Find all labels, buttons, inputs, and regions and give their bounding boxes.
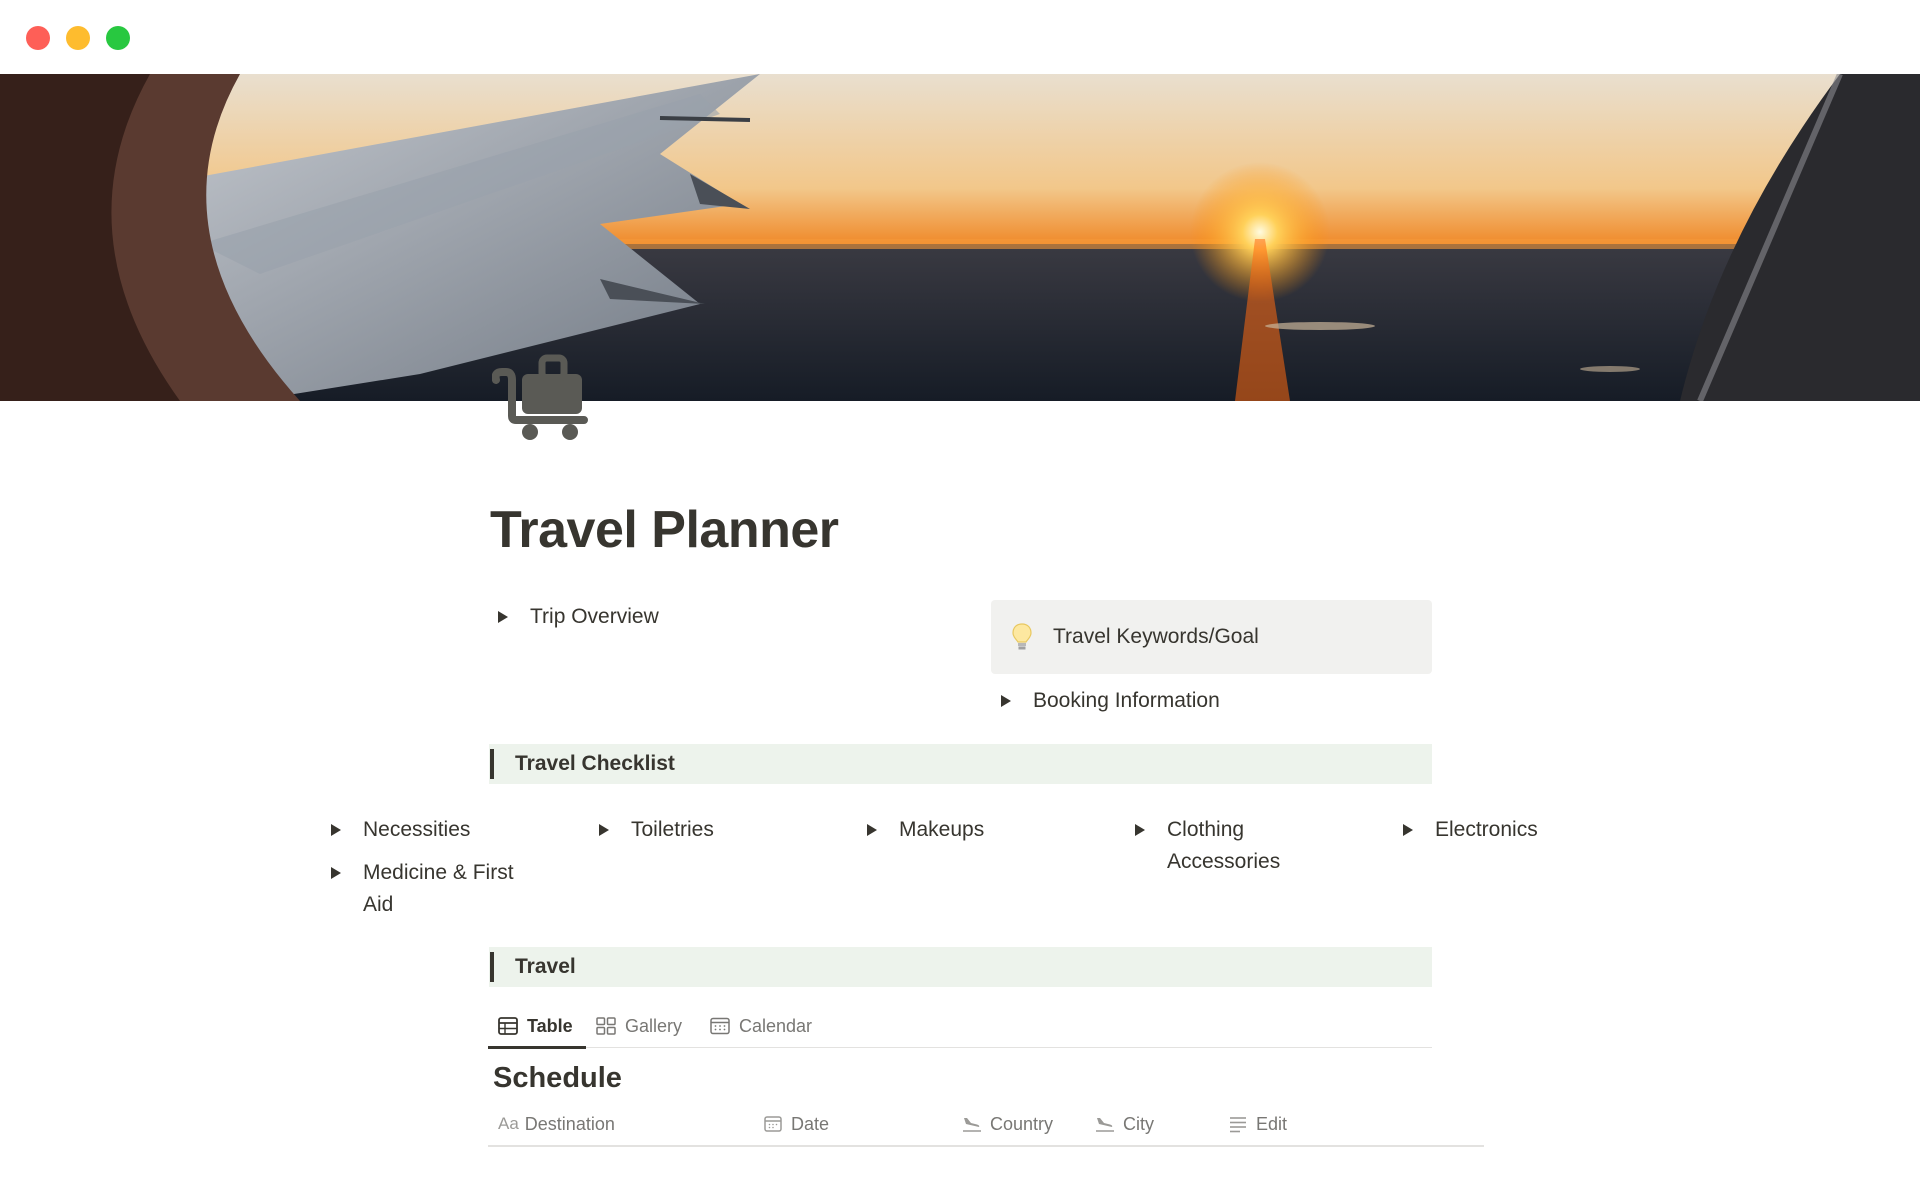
- column-header-edit[interactable]: Edit: [1228, 1110, 1287, 1138]
- plane-landing-icon: [963, 1118, 981, 1132]
- toggle-toiletries[interactable]: Toiletries: [599, 814, 714, 846]
- active-tab-indicator: [488, 1046, 586, 1049]
- travel-heading[interactable]: Travel: [489, 947, 1432, 987]
- callout-travel-keywords[interactable]: Travel Keywords/Goal: [991, 600, 1432, 674]
- callout-text: Travel Keywords/Goal: [1053, 625, 1259, 648]
- window-titlebar: [0, 0, 1920, 74]
- minimize-window-button[interactable]: [66, 26, 90, 50]
- table-header-divider: [488, 1145, 1484, 1147]
- column-label: Country: [990, 1113, 1054, 1134]
- maximize-window-button[interactable]: [106, 26, 130, 50]
- table-icon: [498, 1017, 518, 1035]
- toggle-booking-information[interactable]: Booking Information: [1001, 685, 1220, 717]
- column-header-country[interactable]: Country: [962, 1110, 1053, 1138]
- tab-label: Gallery: [625, 1015, 683, 1036]
- toggle-trip-overview[interactable]: Trip Overview: [498, 601, 659, 633]
- plane-landing-icon: [1096, 1118, 1114, 1132]
- column-header-date[interactable]: Date: [763, 1110, 829, 1138]
- luggage-cart-icon[interactable]: [491, 350, 588, 442]
- heading-text: Travel Checklist: [515, 752, 675, 775]
- toggle-label: Necessities: [363, 818, 471, 841]
- text-lines-icon: [1230, 1117, 1246, 1133]
- column-label: Destination: [524, 1113, 615, 1134]
- toggle-triangle-icon[interactable]: [1403, 824, 1413, 836]
- toggle-triangle-icon[interactable]: [331, 867, 341, 879]
- toggle-label: Trip Overview: [530, 605, 659, 628]
- toggle-triangle-icon[interactable]: [498, 611, 508, 623]
- toggle-label: Booking Information: [1033, 689, 1220, 712]
- travel-checklist-heading[interactable]: Travel Checklist: [489, 744, 1432, 784]
- database-view-tabs: Table Gallery Calendar: [488, 1004, 1432, 1049]
- calendar-icon: [764, 1116, 782, 1132]
- column-label: Date: [791, 1113, 830, 1134]
- tab-table[interactable]: Table: [498, 1004, 573, 1048]
- toggle-triangle-icon[interactable]: [1135, 824, 1145, 836]
- calendar-icon: [710, 1017, 730, 1035]
- tab-label: Table: [527, 1015, 573, 1036]
- airplane-wing-sunset-cover: [0, 74, 1920, 401]
- database-title[interactable]: Schedule: [493, 1062, 622, 1095]
- toggle-makeups[interactable]: Makeups: [867, 814, 984, 846]
- gallery-icon: [596, 1017, 616, 1035]
- quote-rule: [490, 952, 494, 982]
- lightbulb-icon: [1012, 623, 1032, 650]
- text-property-icon: Aa: [498, 1114, 519, 1133]
- toggle-label: Clothing Accessories: [1167, 818, 1281, 873]
- close-window-button[interactable]: [26, 26, 50, 50]
- toggle-electronics[interactable]: Electronics: [1403, 814, 1538, 846]
- tab-calendar[interactable]: Calendar: [710, 1004, 812, 1048]
- column-label: Edit: [1256, 1113, 1288, 1134]
- toggle-label: Makeups: [899, 818, 985, 841]
- column-header-city[interactable]: City: [1095, 1110, 1154, 1138]
- toggle-triangle-icon[interactable]: [599, 824, 609, 836]
- column-header-destination[interactable]: Aa Destination: [498, 1110, 615, 1138]
- toggle-necessities[interactable]: Necessities: [331, 814, 470, 846]
- toggle-triangle-icon[interactable]: [867, 824, 877, 836]
- toggle-label: Medicine & First Aid: [363, 861, 514, 916]
- toggle-medicine-first-aid[interactable]: Medicine & First Aid: [331, 857, 541, 921]
- page-title[interactable]: Travel Planner: [490, 500, 839, 560]
- toggle-triangle-icon[interactable]: [1001, 695, 1011, 707]
- toggle-triangle-icon[interactable]: [331, 824, 341, 836]
- toggle-clothing-accessories[interactable]: Clothing Accessories: [1135, 814, 1325, 878]
- quote-rule: [490, 749, 494, 779]
- column-label: City: [1123, 1113, 1154, 1134]
- page-cover-image[interactable]: [0, 74, 1920, 401]
- toggle-label: Toiletries: [631, 818, 714, 841]
- heading-text: Travel: [515, 955, 576, 978]
- toggle-label: Electronics: [1435, 818, 1538, 841]
- tab-gallery[interactable]: Gallery: [596, 1004, 682, 1048]
- tab-label: Calendar: [739, 1015, 813, 1036]
